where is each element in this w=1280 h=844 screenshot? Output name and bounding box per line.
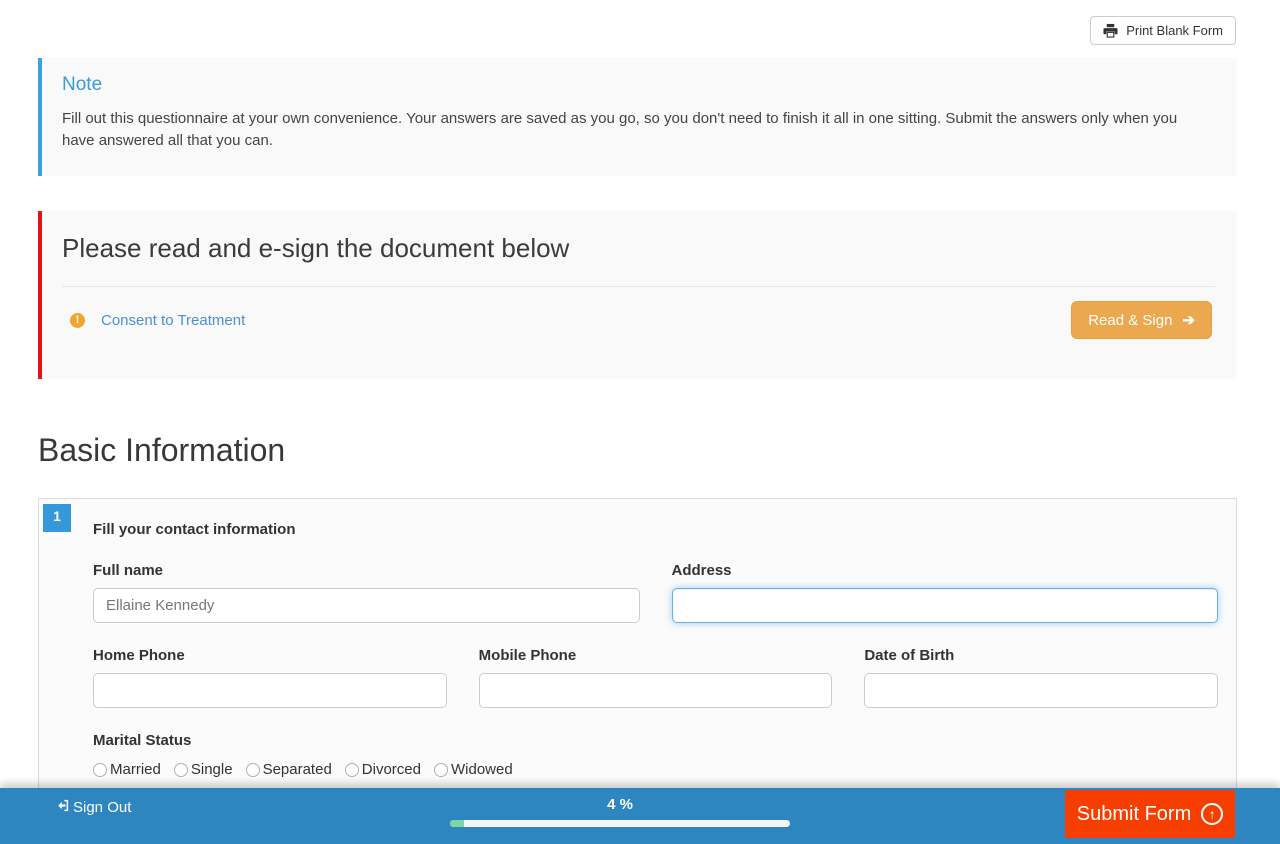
mobile-phone-input[interactable] [479, 673, 833, 708]
full-name-field-group: Full name [93, 562, 640, 623]
sign-out-label: Sign Out [73, 799, 131, 816]
bottom-action-bar: Sign Out 4 % Submit Form ↑ [0, 788, 1280, 844]
page-content: Print Blank Form Note Fill out this ques… [38, 0, 1237, 844]
print-blank-form-button[interactable]: Print Blank Form [1090, 16, 1236, 45]
mobile-phone-field-group: Mobile Phone [479, 647, 833, 708]
radio-label: Widowed [451, 761, 513, 778]
radio-label: Separated [263, 761, 332, 778]
date-of-birth-field-group: Date of Birth [864, 647, 1218, 708]
radio-button-icon[interactable] [434, 763, 448, 777]
consent-to-treatment-link[interactable]: Consent to Treatment [101, 312, 245, 329]
radio-button-icon[interactable] [345, 763, 359, 777]
step-label: Fill your contact information [93, 521, 1218, 538]
radio-option-separated[interactable]: Separated [246, 761, 332, 778]
full-name-label: Full name [93, 562, 640, 579]
form-row-1: Full name Address [93, 562, 1218, 623]
date-of-birth-input[interactable] [864, 673, 1218, 708]
consent-document-row: ! Consent to Treatment Read & Sign ➔ [62, 301, 1215, 339]
sign-out-button[interactable]: Sign Out [55, 798, 131, 817]
radio-label: Divorced [362, 761, 421, 778]
home-phone-field-group: Home Phone [93, 647, 447, 708]
radio-option-married[interactable]: Married [93, 761, 161, 778]
date-of-birth-label: Date of Birth [864, 647, 1218, 664]
progress-indicator: 4 % [450, 796, 790, 827]
progress-fill [450, 820, 464, 827]
circle-arrow-up-icon: ↑ [1201, 803, 1223, 825]
print-blank-form-label: Print Blank Form [1126, 23, 1223, 38]
marital-status-group: Marital Status Married Single Separated … [93, 732, 1218, 778]
radio-button-icon[interactable] [246, 763, 260, 777]
arrow-right-icon: ➔ [1182, 311, 1195, 329]
marital-status-label: Marital Status [93, 732, 1218, 749]
esign-title: Please read and e-sign the document belo… [62, 233, 1215, 264]
note-title: Note [62, 74, 1217, 96]
address-field-group: Address [672, 562, 1219, 623]
note-panel: Note Fill out this questionnaire at your… [38, 58, 1237, 176]
read-and-sign-label: Read & Sign [1088, 312, 1172, 329]
full-name-input[interactable] [93, 588, 640, 623]
progress-percent-text: 4 % [450, 796, 790, 813]
radio-label: Single [191, 761, 233, 778]
radio-button-icon[interactable] [174, 763, 188, 777]
printer-icon [1103, 23, 1118, 38]
step-number-badge: 1 [43, 504, 71, 532]
sign-out-icon [55, 798, 70, 817]
note-body: Fill out this questionnaire at your own … [62, 108, 1212, 152]
esign-divider [62, 286, 1215, 287]
read-and-sign-button[interactable]: Read & Sign ➔ [1071, 301, 1212, 339]
address-input[interactable] [672, 588, 1219, 623]
submit-form-button[interactable]: Submit Form ↑ [1065, 790, 1235, 838]
submit-form-label: Submit Form [1077, 803, 1191, 826]
page-title: Basic Information [38, 432, 1237, 469]
form-row-2: Home Phone Mobile Phone Date of Birth [93, 647, 1218, 708]
warning-icon: ! [70, 313, 85, 328]
top-toolbar: Print Blank Form [38, 0, 1237, 46]
esign-panel: Please read and e-sign the document belo… [38, 211, 1237, 379]
radio-label: Married [110, 761, 161, 778]
home-phone-input[interactable] [93, 673, 447, 708]
radio-option-divorced[interactable]: Divorced [345, 761, 421, 778]
radio-option-single[interactable]: Single [174, 761, 233, 778]
address-label: Address [672, 562, 1219, 579]
progress-bar-track [450, 820, 790, 827]
home-phone-label: Home Phone [93, 647, 447, 664]
marital-status-options: Married Single Separated Divorced Widowe… [93, 761, 1218, 778]
radio-button-icon[interactable] [93, 763, 107, 777]
radio-option-widowed[interactable]: Widowed [434, 761, 513, 778]
mobile-phone-label: Mobile Phone [479, 647, 833, 664]
